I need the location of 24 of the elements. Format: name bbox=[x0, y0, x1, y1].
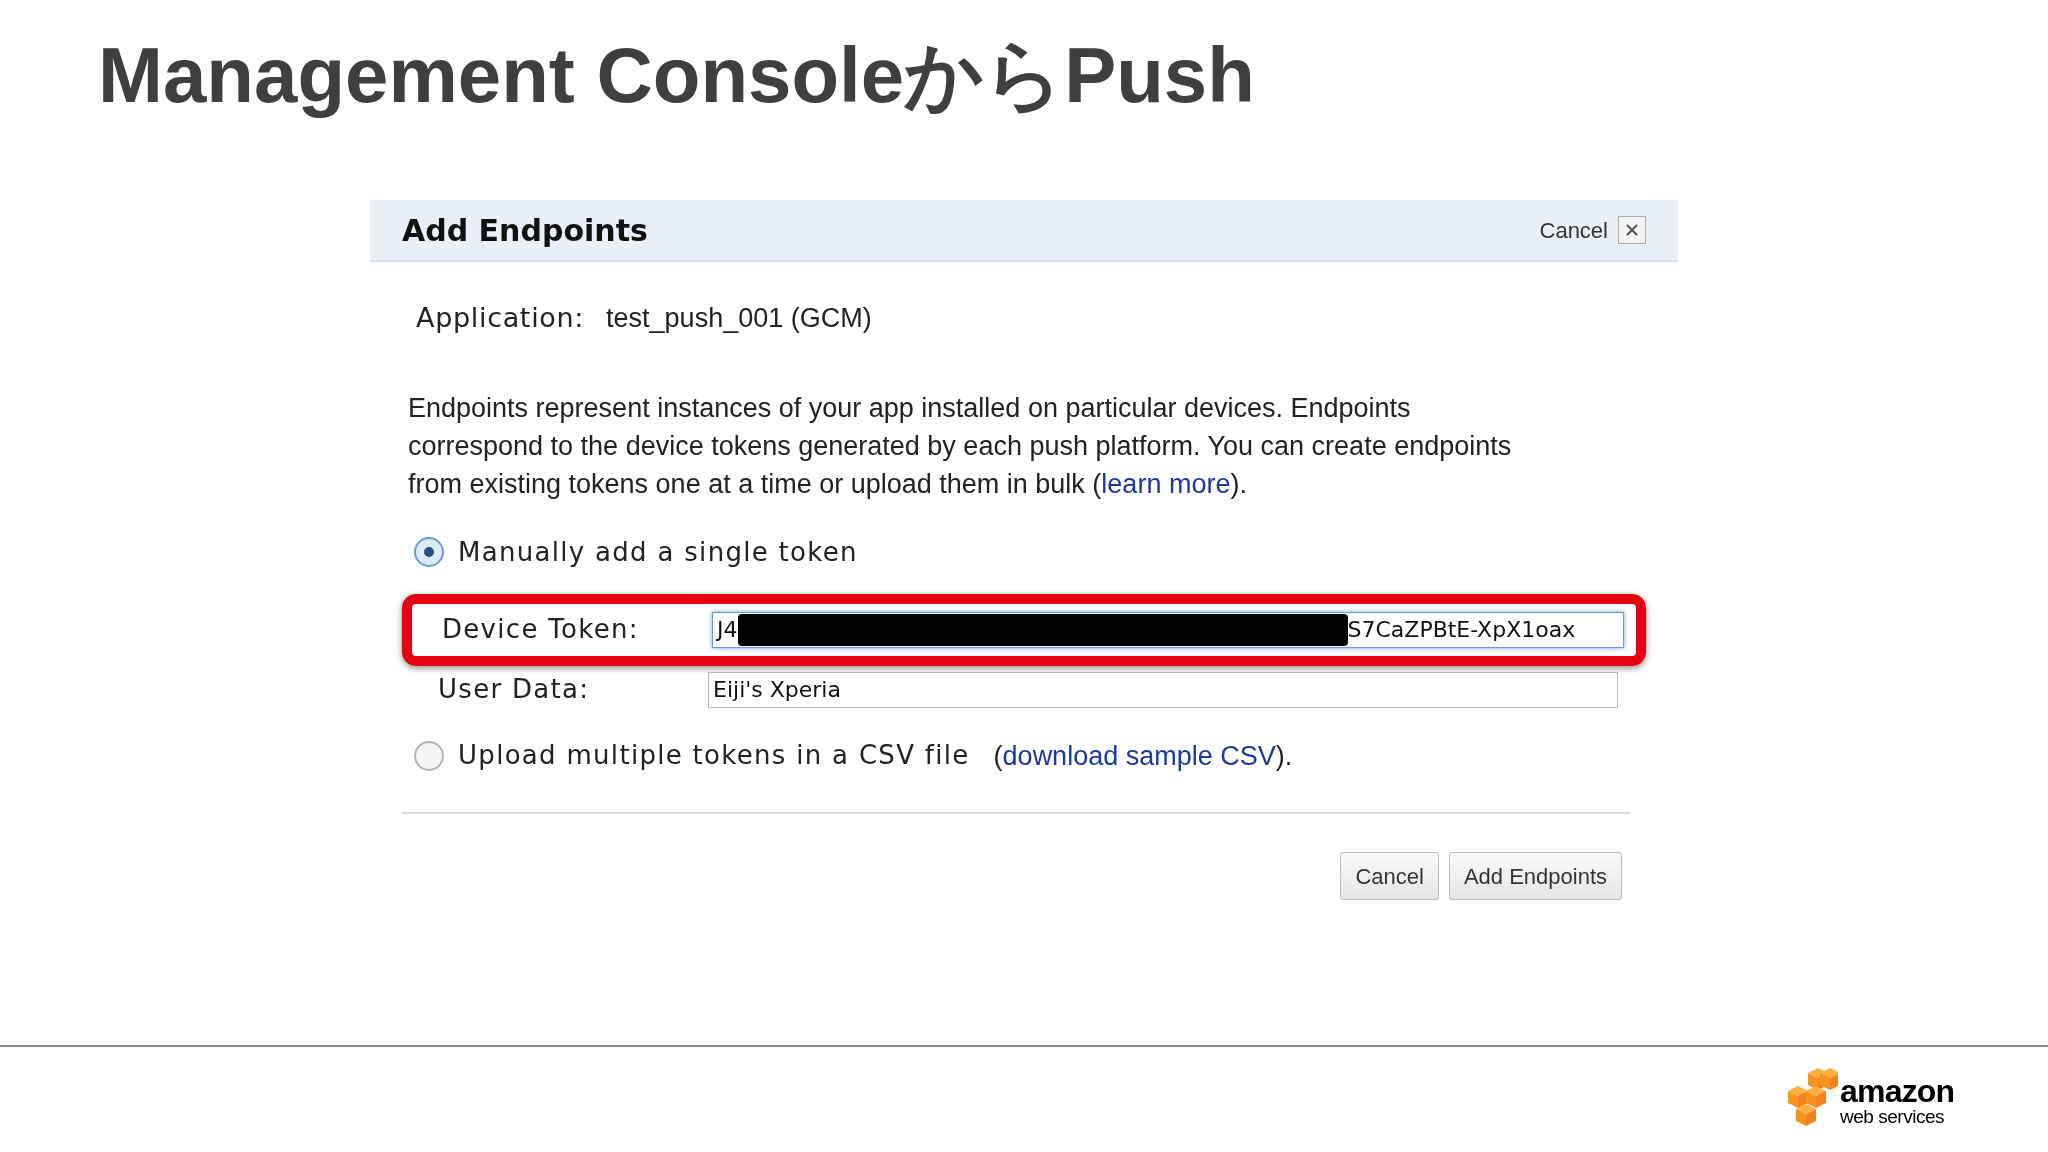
radio-button[interactable] bbox=[414, 740, 444, 771]
logo-wordmark: amazon bbox=[1840, 1075, 1955, 1107]
field-value: J4 bbox=[717, 616, 738, 644]
dialog-title: Add Endpoints bbox=[402, 211, 648, 250]
option-label: Manually add a single token bbox=[458, 535, 858, 569]
text-field[interactable]: Eiji's Xperia bbox=[708, 671, 1618, 708]
field-value: Eiji's Xperia bbox=[713, 676, 841, 704]
radio-button[interactable] bbox=[414, 537, 444, 567]
close-icon[interactable] bbox=[1618, 216, 1646, 244]
csv-hint: (download sample CSV). bbox=[993, 739, 1293, 773]
field-label: User Data: bbox=[438, 673, 591, 706]
dialog-button[interactable]: Add Endpoints bbox=[1448, 852, 1622, 900]
field-value: S7CaZPBtE-XpX1oax bbox=[1347, 616, 1576, 644]
logo-subtitle: web services bbox=[1840, 1107, 1946, 1126]
cancel-link[interactable]: Cancel bbox=[1539, 213, 1608, 247]
description-text: Endpoints represent instances of your app installed on particular devices. Endpoints correspond to the device tokens generated by each push platform. You can create endpoints from existing tokens one at a time or upload them in bulk (learn more). bbox=[408, 391, 1513, 501]
option-label: Upload multiple tokens in a CSV file bbox=[458, 739, 970, 773]
application-value: test_push_001 (GCM) bbox=[606, 302, 872, 335]
download-csv-link[interactable]: download sample CSV bbox=[1002, 740, 1276, 771]
field-label: Device Token: bbox=[442, 613, 640, 646]
text-field[interactable]: J4 S7CaZPBtE-XpX1oax bbox=[712, 611, 1624, 648]
application-label: Application: bbox=[416, 301, 585, 335]
learn-more-link[interactable]: learn more bbox=[1101, 468, 1231, 499]
dialog-button[interactable]: Cancel bbox=[1340, 852, 1439, 900]
